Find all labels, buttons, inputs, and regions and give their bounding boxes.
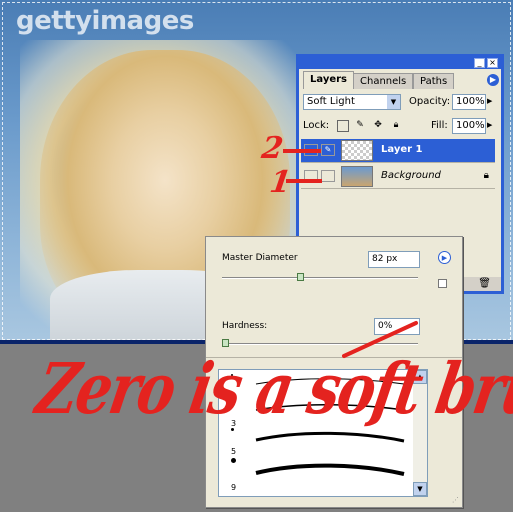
panel-tabs: Layers Channels Paths ▶ <box>299 71 501 89</box>
blend-mode-select[interactable]: Soft Light ▼ <box>303 94 401 110</box>
layer-thumbnail <box>341 166 373 187</box>
lock-label: Lock: <box>303 120 330 131</box>
layer-lock-icon: 🔒︎ <box>483 170 489 181</box>
lock-all-icon[interactable]: 🔒︎ <box>391 120 401 130</box>
scroll-down-icon[interactable]: ▼ <box>413 482 427 496</box>
lock-brush-icon[interactable]: ✎ <box>355 120 365 130</box>
brush-preset-item[interactable]: 9 <box>219 456 413 492</box>
annotation-arrow-two <box>283 149 321 153</box>
hardness-slider-thumb[interactable] <box>222 339 229 347</box>
tab-paths[interactable]: Paths <box>413 73 455 89</box>
brush-tip-icon <box>231 458 236 463</box>
fill-field[interactable]: 100% <box>452 118 486 134</box>
brush-stroke-preview <box>251 460 409 480</box>
tab-channels[interactable]: Channels <box>353 73 414 89</box>
brush-stroke-preview <box>251 428 409 448</box>
diameter-slider-thumb[interactable] <box>297 273 305 281</box>
brush-menu-icon[interactable]: ▶ <box>438 251 451 264</box>
new-preset-icon[interactable] <box>438 279 447 288</box>
layer-name: Layer 1 <box>381 144 423 155</box>
panel-titlebar[interactable]: _ × <box>299 57 501 69</box>
minimize-icon[interactable]: _ <box>474 58 485 68</box>
diameter-slider-track[interactable] <box>222 277 418 279</box>
hardness-label: Hardness: <box>222 321 268 331</box>
close-icon[interactable]: × <box>487 58 498 68</box>
lock-transparency-icon[interactable] <box>337 120 349 132</box>
opacity-arrow-icon[interactable]: ▶ <box>487 97 492 105</box>
fill-label: Fill: <box>431 120 448 131</box>
layer-row-layer-1[interactable]: ✎ Layer 1 <box>301 139 495 163</box>
annotation-arrow-one <box>286 179 322 183</box>
resize-grip-icon[interactable]: ⋰ <box>452 496 459 504</box>
link-box-icon[interactable] <box>321 170 335 182</box>
tab-layers[interactable]: Layers <box>303 71 354 89</box>
layer-name: Background <box>381 170 441 181</box>
opacity-field[interactable]: 100% <box>452 94 486 110</box>
master-diameter-field[interactable]: 82 px <box>368 251 420 268</box>
brush-size-label: 5 <box>231 447 237 456</box>
layer-thumbnail <box>341 140 373 161</box>
brush-size-label: 9 <box>231 483 237 492</box>
watermark-logo: gettyimages <box>16 6 194 36</box>
lock-move-icon[interactable]: ✥ <box>373 120 383 130</box>
master-diameter-label: Master Diameter <box>222 253 298 263</box>
panel-menu-icon[interactable]: ▶ <box>487 74 499 86</box>
annotation-caption: Zero is a soft brush <box>30 347 513 431</box>
chevron-down-icon[interactable]: ▼ <box>387 95 400 109</box>
brush-link-icon[interactable]: ✎ <box>321 144 335 156</box>
blend-mode-value: Soft Light <box>307 96 355 107</box>
trash-icon[interactable]: 🗑︎ <box>478 278 491 289</box>
opacity-label: Opacity: <box>409 96 451 107</box>
fill-arrow-icon[interactable]: ▶ <box>487 121 492 129</box>
layer-row-background[interactable]: Background 🔒︎ <box>301 165 495 189</box>
